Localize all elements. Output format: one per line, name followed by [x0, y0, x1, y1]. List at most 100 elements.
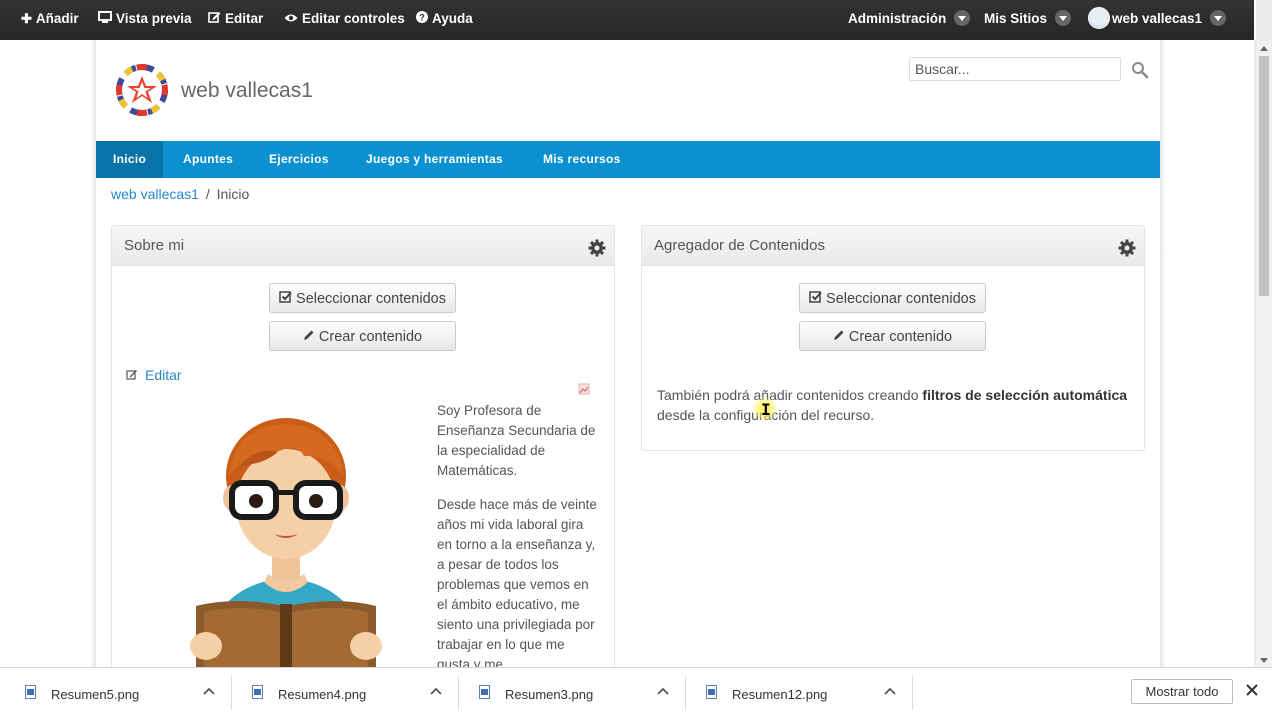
search-icon[interactable] [1131, 61, 1149, 79]
portlet-title: Sobre mi [124, 237, 185, 254]
chevron-up-icon[interactable] [657, 687, 669, 695]
admin-menu[interactable]: Administración [848, 0, 971, 38]
bio-paragraph: Soy Profesora de Enseñanza Secundaria de… [437, 403, 596, 478]
create-content-button[interactable]: Crear contenido [269, 321, 456, 351]
add-button[interactable]: ✚ Añadir [21, 0, 79, 38]
nav-item-ejercicios[interactable]: Ejercicios [252, 141, 346, 178]
about-portlet: Sobre mi Seleccionar contenidos Crear co… [111, 225, 615, 667]
download-filename: Resumen12.png [732, 687, 828, 702]
chevron-up-icon[interactable] [203, 687, 215, 695]
nav-item-inicio[interactable]: Inicio [96, 141, 164, 178]
svg-text:?: ? [419, 13, 425, 23]
page-shadow-right [1160, 40, 1166, 667]
edit-controls-label: Editar controles [302, 11, 405, 26]
breadcrumb-site-link[interactable]: web vallecas1 [111, 186, 199, 202]
select-contents-label: Seleccionar contenidos [296, 291, 446, 307]
preview-label: Vista previa [116, 11, 192, 26]
portlet-header: Sobre mi [112, 226, 614, 266]
my-sites-label: Mis Sitios [984, 11, 1048, 26]
vertical-scrollbar[interactable] [1256, 40, 1272, 667]
page: web vallecas1 Inicio Apuntes Ejercicios … [0, 40, 1254, 667]
select-contents-label: Seleccionar contenidos [826, 291, 976, 307]
pencil-icon [833, 322, 845, 351]
preview-button[interactable]: Vista previa [98, 0, 192, 38]
nav-item-apuntes[interactable]: Apuntes [166, 141, 250, 178]
pencil-icon [303, 322, 315, 351]
my-sites-menu[interactable]: Mis Sitios [984, 0, 1072, 38]
download-filename: Resumen5.png [51, 687, 140, 702]
scroll-down-arrow-icon[interactable] [1260, 658, 1268, 663]
search-input[interactable] [909, 57, 1121, 81]
image-file-icon [479, 685, 490, 699]
broken-image-icon [578, 383, 590, 395]
admin-label: Administración [848, 11, 947, 26]
download-item[interactable]: Resumen12.png [681, 668, 907, 718]
text-cursor-icon: I [761, 400, 771, 419]
aggregator-portlet: Agregador de Contenidos Seleccionar cont… [641, 225, 1145, 451]
image-file-icon [25, 685, 36, 699]
eye-icon [284, 0, 298, 37]
main-nav: Inicio Apuntes Ejercicios Juegos y herra… [96, 141, 1160, 178]
check-square-icon [809, 284, 822, 313]
download-filename: Resumen4.png [278, 687, 367, 702]
select-contents-button[interactable]: Seleccionar contenidos [799, 283, 986, 313]
site-logo-icon[interactable] [114, 62, 170, 118]
portlet-header: Agregador de Contenidos [642, 226, 1144, 266]
help-label: Ayuda [432, 11, 473, 26]
create-content-button[interactable]: Crear contenido [799, 321, 986, 351]
site-container: web vallecas1 Inicio Apuntes Ejercicios … [96, 40, 1160, 667]
downloads-shelf: Resumen5.png Resumen4.png Resumen3.png R… [0, 667, 1272, 719]
user-label: web vallecas1 [1112, 11, 1203, 26]
download-item[interactable]: Resumen4.png [227, 668, 453, 718]
chevron-up-icon[interactable] [884, 687, 896, 695]
chevron-up-icon[interactable] [430, 687, 442, 695]
divider [912, 676, 913, 710]
check-square-icon [279, 284, 292, 313]
edit-button[interactable]: Editar [208, 0, 263, 38]
gear-icon[interactable] [588, 239, 606, 257]
avatar [1088, 7, 1110, 30]
edit-icon [208, 0, 221, 37]
bio-text: Soy Profesora de Enseñanza Secundaria de… [437, 401, 599, 667]
select-contents-button[interactable]: Seleccionar contenidos [269, 283, 456, 313]
bio-paragraph: Desde hace más de veinte años mi vida la… [437, 497, 597, 667]
monitor-icon [98, 0, 112, 37]
user-menu[interactable]: web vallecas1 [1088, 0, 1227, 38]
image-file-icon [252, 685, 263, 699]
chevron-down-icon [1210, 10, 1227, 27]
portlet-title: Agregador de Contenidos [654, 237, 825, 254]
image-file-icon [706, 685, 717, 699]
edit-link-label: Editar [145, 367, 182, 383]
create-content-label: Crear contenido [318, 329, 423, 345]
teacher-illustration [190, 418, 382, 667]
scroll-up-arrow-icon[interactable] [1260, 46, 1268, 51]
help-button[interactable]: ? Ayuda [416, 0, 473, 38]
chevron-down-icon [954, 10, 971, 27]
scroll-thumb[interactable] [1259, 56, 1269, 296]
auto-filter-link[interactable]: filtros de selección automática [922, 387, 1127, 403]
help-icon: ? [416, 0, 428, 37]
plus-icon: ✚ [21, 11, 32, 26]
info-text: También podrá añadir contenidos creando … [657, 385, 1132, 425]
download-item[interactable]: Resumen3.png [454, 668, 680, 718]
download-item[interactable]: Resumen5.png [0, 668, 226, 718]
create-content-label: Crear contenido [848, 329, 953, 345]
edit-link[interactable]: Editar [126, 367, 182, 383]
show-all-button[interactable]: Mostrar todo [1131, 679, 1233, 704]
site-name[interactable]: web vallecas1 [181, 79, 313, 103]
edit-controls-button[interactable]: Editar controles [284, 0, 405, 38]
close-icon[interactable] [1246, 684, 1258, 696]
download-filename: Resumen3.png [505, 687, 594, 702]
breadcrumb: web vallecas1 / Inicio [111, 186, 249, 202]
breadcrumb-current: Inicio [216, 186, 250, 202]
edit-icon [126, 367, 140, 383]
add-label: Añadir [35, 11, 79, 26]
nav-item-mis-recursos[interactable]: Mis recursos [526, 141, 638, 178]
edit-label: Editar [225, 11, 264, 26]
nav-item-juegos[interactable]: Juegos y herramientas [349, 141, 520, 178]
dockbar: ✚ Añadir Vista previa Editar Editar contr… [0, 0, 1256, 40]
gear-icon[interactable] [1118, 239, 1136, 257]
info-text-prefix: También podrá añadir contenidos creando [657, 387, 923, 403]
chevron-down-icon [1055, 10, 1072, 27]
breadcrumb-separator: / [205, 186, 210, 202]
